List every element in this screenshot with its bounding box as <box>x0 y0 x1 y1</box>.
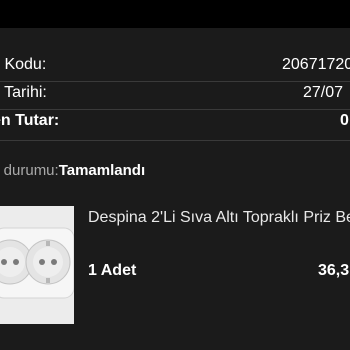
order-date-label: ş Tarihi: <box>0 84 47 101</box>
order-code-label: ş Kodu: <box>0 56 47 73</box>
total-amount-label: en Tutar: <box>0 112 60 129</box>
product-image[interactable] <box>0 206 74 324</box>
total-amount-value: 0 <box>340 112 349 129</box>
order-code-value: 20671720 <box>282 56 350 73</box>
divider <box>0 140 350 141</box>
order-status: s durumu:Tamamlandı <box>0 161 145 181</box>
order-code-row: ş Kodu: 20671720 <box>0 53 350 77</box>
order-status-value: Tamamlandı <box>58 162 146 179</box>
product-price: 36,3 <box>318 262 350 279</box>
product-name[interactable]: Despina 2'Li Sıva Altı Topraklı Priz Bey… <box>88 206 350 229</box>
double-socket-icon <box>0 206 74 324</box>
order-date-value: 27/07 <box>303 84 344 101</box>
top-bar <box>0 0 350 28</box>
total-amount-row: en Tutar: 0 <box>0 109 350 133</box>
order-status-label: s durumu: <box>0 162 59 179</box>
order-date-row: ş Tarihi: 27/07 <box>0 81 350 105</box>
order-detail-card: ş Kodu: 20671720 ş Tarihi: 27/07 en Tuta… <box>0 28 350 350</box>
product-quantity: 1 Adet <box>88 262 137 279</box>
